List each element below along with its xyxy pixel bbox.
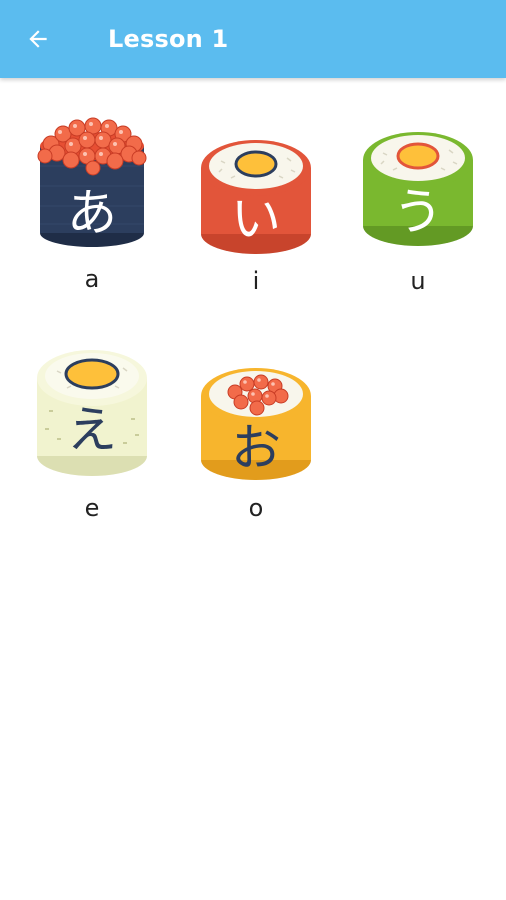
- page-title: Lesson 1: [108, 25, 229, 53]
- kana-card-u[interactable]: う u: [353, 106, 483, 306]
- romaji-label: o: [248, 494, 264, 522]
- romaji-label: e: [84, 494, 100, 522]
- kana-character: い: [231, 190, 281, 248]
- kana-card-e[interactable]: え e: [27, 338, 157, 538]
- kana-character: あ: [67, 184, 117, 242]
- romaji-label: u: [410, 267, 426, 295]
- kana-character: う: [393, 183, 443, 241]
- kana-card-a[interactable]: あ a: [27, 106, 157, 306]
- app-bar: Lesson 1: [0, 0, 506, 78]
- arrow-back-icon: [29, 30, 47, 48]
- kana-character: お: [231, 419, 281, 477]
- kana-grid: あ a い i う u え e お o: [0, 78, 506, 900]
- kana-character: え: [67, 401, 117, 459]
- romaji-label: i: [252, 267, 260, 295]
- kana-card-i[interactable]: い i: [191, 106, 321, 306]
- back-button[interactable]: [14, 15, 62, 63]
- kana-card-o[interactable]: お o: [191, 338, 321, 538]
- romaji-label: a: [84, 265, 100, 293]
